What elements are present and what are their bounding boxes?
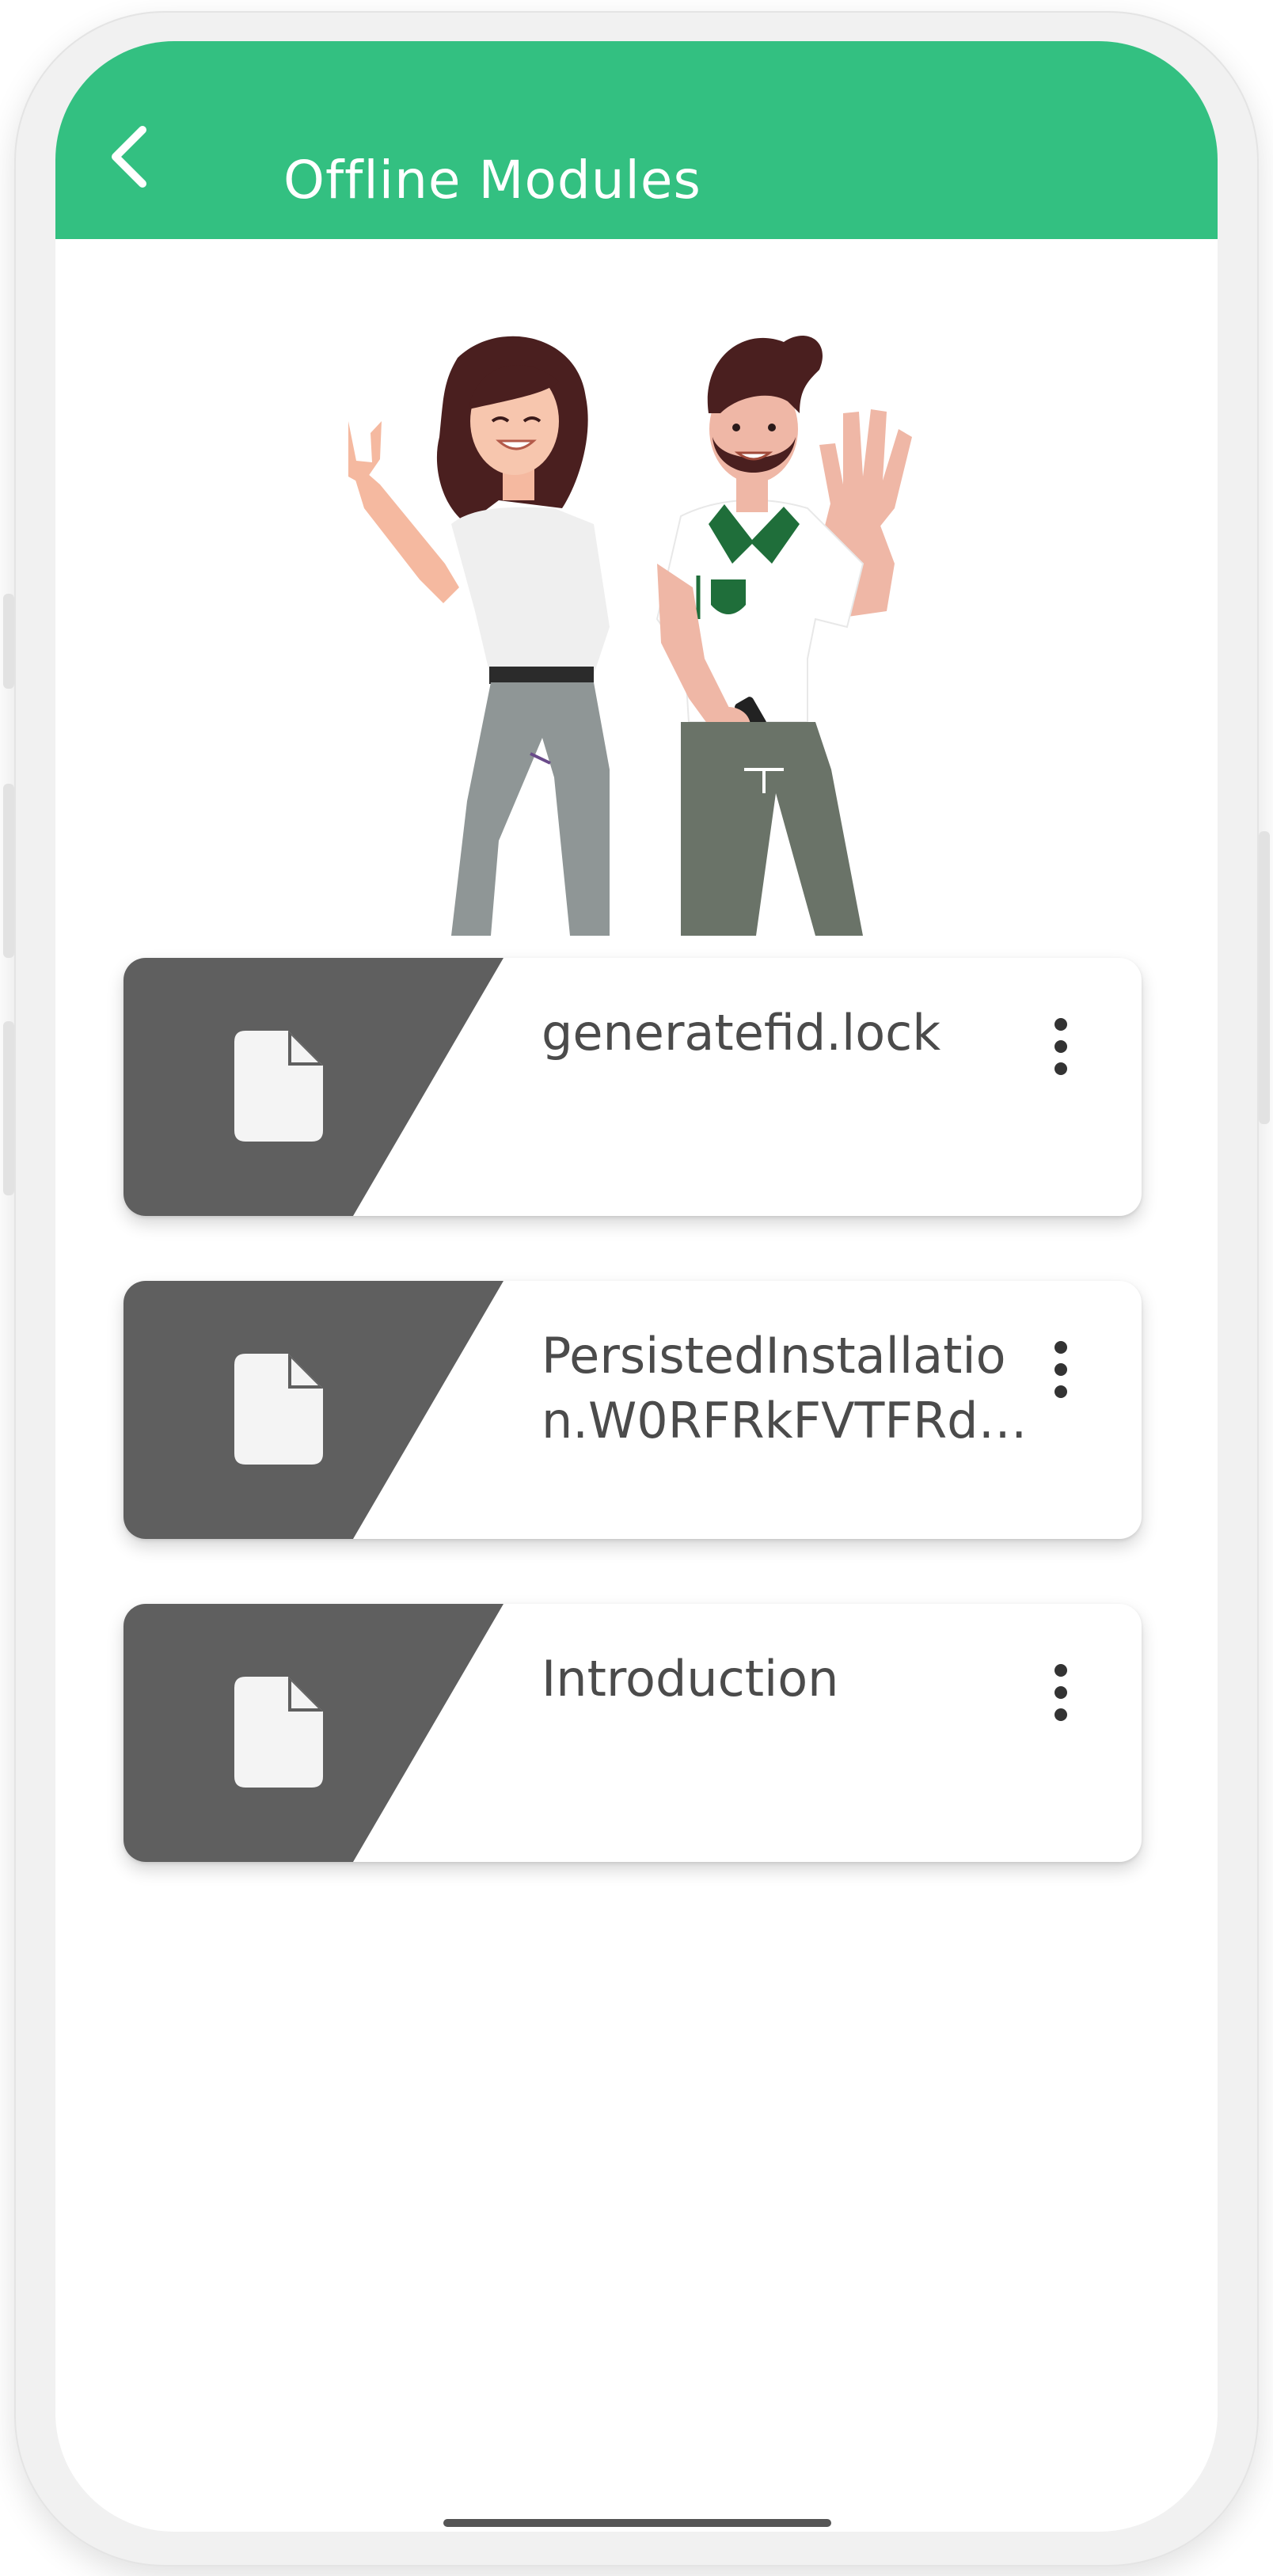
back-button[interactable] bbox=[93, 120, 165, 192]
more-vert-icon bbox=[1054, 1018, 1067, 1075]
file-icon bbox=[234, 1677, 323, 1788]
more-options-button[interactable] bbox=[1037, 1330, 1085, 1409]
people-illustration bbox=[348, 336, 912, 936]
phone-side-button bbox=[3, 784, 14, 958]
chevron-left-icon bbox=[112, 126, 146, 188]
app-screen: Offline Modules generatefid.lock Persist… bbox=[55, 41, 1218, 2532]
more-options-button[interactable] bbox=[1037, 1007, 1085, 1086]
page-title: Offline Modules bbox=[283, 150, 701, 211]
file-list: generatefid.lock PersistedInstallation.W… bbox=[124, 958, 1142, 1927]
file-card[interactable]: generatefid.lock bbox=[124, 958, 1142, 1216]
more-options-button[interactable] bbox=[1037, 1653, 1085, 1732]
phone-side-button bbox=[3, 594, 14, 689]
file-name: PersistedInstallation.W0RFRkFVTFRd+MTo5O… bbox=[542, 1327, 1020, 1449]
file-name: generatefid.lock bbox=[542, 1004, 941, 1062]
file-card[interactable]: PersistedInstallation.W0RFRkFVTFRd+MTo5O… bbox=[124, 1281, 1142, 1539]
file-card[interactable]: Introduction bbox=[124, 1604, 1142, 1862]
file-icon bbox=[234, 1354, 323, 1465]
more-vert-icon bbox=[1054, 1664, 1067, 1721]
file-name: Introduction bbox=[542, 1650, 839, 1708]
file-icon bbox=[234, 1031, 323, 1142]
phone-side-button bbox=[1259, 831, 1270, 1124]
home-indicator[interactable] bbox=[443, 2519, 831, 2527]
phone-side-button bbox=[3, 1021, 14, 1195]
app-bar: Offline Modules bbox=[55, 41, 1218, 239]
more-vert-icon bbox=[1054, 1341, 1067, 1398]
